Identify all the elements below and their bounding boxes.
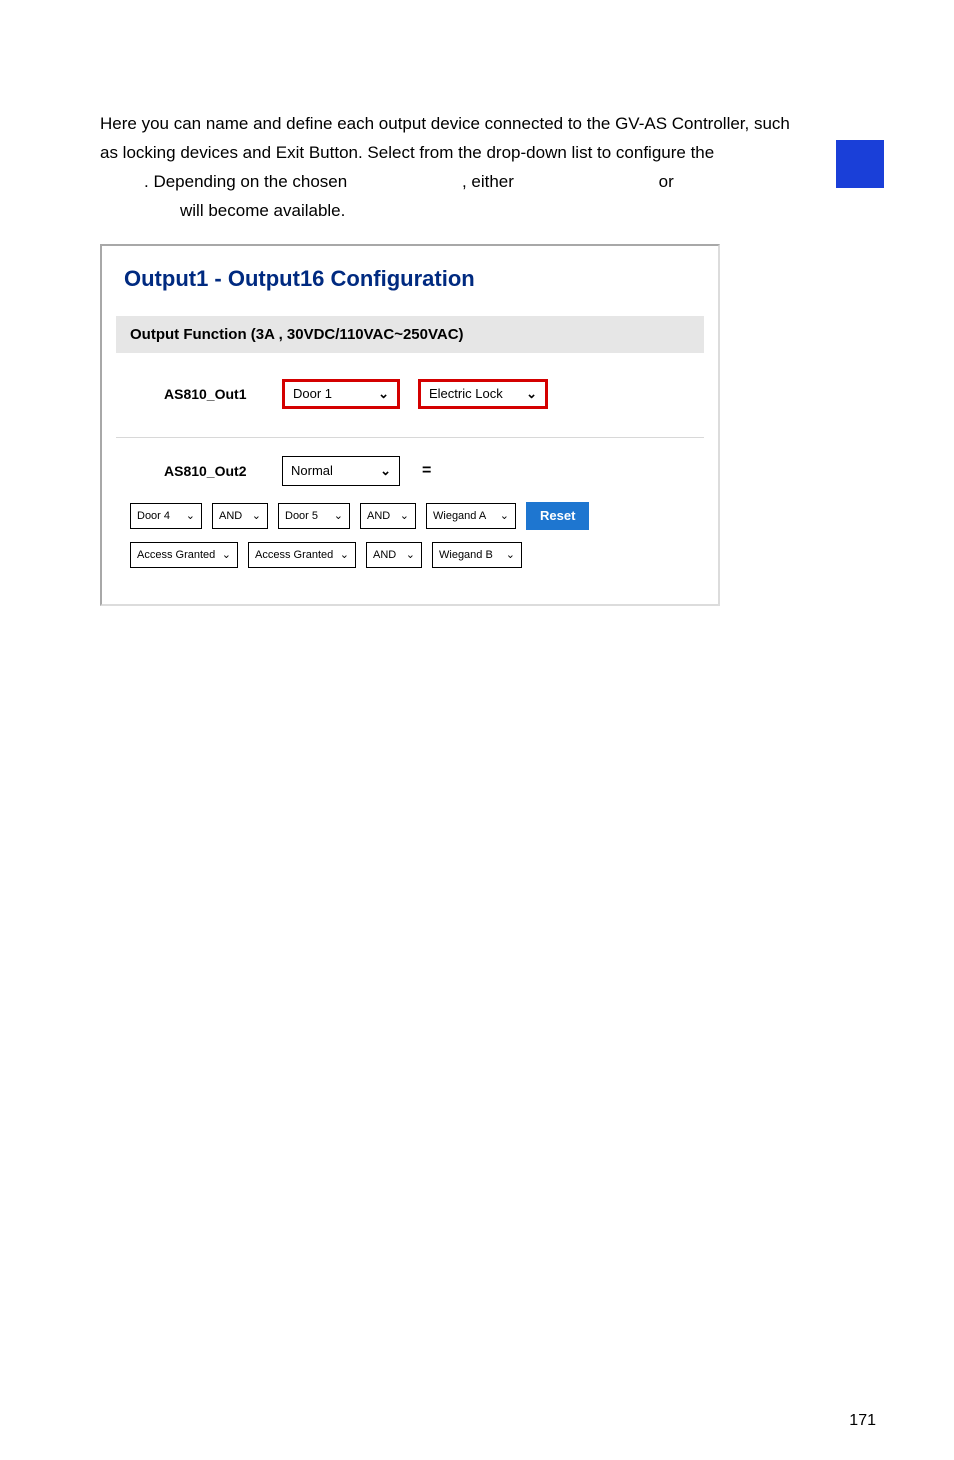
output1-function-select[interactable]: Electric Lock ⌄ [418,379,548,409]
chevron-down-icon: ⌄ [500,509,509,522]
select-value: Door 5 [285,510,318,522]
chevron-down-icon: ⌄ [506,548,515,561]
config-title: Output1 - Output16 Configuration [124,266,696,292]
select-value: Access Granted [255,549,333,561]
access-select[interactable]: Access Granted ⌄ [248,542,356,568]
select-value: Normal [291,463,333,478]
intro-paragraph: Here you can name and define each output… [100,110,874,226]
chevron-down-icon: ⌄ [222,548,231,561]
select-value: Wiegand B [439,549,493,561]
chevron-down-icon: ⌄ [378,386,389,402]
chevron-down-icon: ⌄ [340,548,349,561]
output2-condition-row-b: Access Granted ⌄ Access Granted ⌄ AND ⌄ … [116,542,704,568]
output1-row: AS810_Out1 Door 1 ⌄ Electric Lock ⌄ [116,369,704,437]
intro-text: . Depending on the chosen [100,172,347,191]
output2-panel: AS810_Out2 Normal ⌄ = Door 4 ⌄ AND ⌄ Doo… [116,437,704,568]
door-select[interactable]: Door 5 ⌄ [278,503,350,529]
output2-label: AS810_Out2 [164,463,264,479]
intro-text: , either [352,172,514,191]
select-value: Door 4 [137,510,170,522]
page-number: 171 [849,1412,876,1430]
wiegand-select[interactable]: Wiegand B ⌄ [432,542,522,568]
select-value: Electric Lock [429,386,503,401]
op-select[interactable]: AND ⌄ [360,503,416,529]
output2-row-main: AS810_Out2 Normal ⌄ = [116,456,704,486]
chevron-down-icon: ⌄ [406,548,415,561]
output2-mode-select[interactable]: Normal ⌄ [282,456,400,486]
output1-door-select[interactable]: Door 1 ⌄ [282,379,400,409]
chevron-down-icon: ⌄ [400,509,409,522]
config-panel: Output1 - Output16 Configuration Output … [100,244,720,606]
intro-text: as locking devices and Exit Button. Sele… [100,143,714,162]
reset-button[interactable]: Reset [526,502,589,530]
equals-sign: = [422,462,431,480]
chevron-down-icon: ⌄ [380,463,391,479]
chevron-down-icon: ⌄ [334,509,343,522]
select-value: Access Granted [137,549,215,561]
chevron-down-icon: ⌄ [186,509,195,522]
output2-condition-row-a: Door 4 ⌄ AND ⌄ Door 5 ⌄ AND ⌄ Wiegand A [116,502,704,530]
access-select[interactable]: Access Granted ⌄ [130,542,238,568]
select-value: Door 1 [293,386,332,401]
select-value: AND [373,549,396,561]
chevron-down-icon: ⌄ [526,386,537,402]
op-select[interactable]: AND ⌄ [212,503,268,529]
select-value: Wiegand A [433,510,486,522]
select-value: AND [367,510,390,522]
section-header: Output Function (3A , 30VDC/110VAC~250VA… [116,316,704,353]
select-value: AND [219,510,242,522]
chevron-down-icon: ⌄ [252,509,261,522]
door-select[interactable]: Door 4 ⌄ [130,503,202,529]
header-square [836,140,884,188]
intro-text: will become available. [100,201,345,220]
intro-text: or [519,172,674,191]
wiegand-select[interactable]: Wiegand A ⌄ [426,503,516,529]
output1-label: AS810_Out1 [164,386,264,402]
op-select[interactable]: AND ⌄ [366,542,422,568]
intro-text: Here you can name and define each output… [100,114,790,133]
